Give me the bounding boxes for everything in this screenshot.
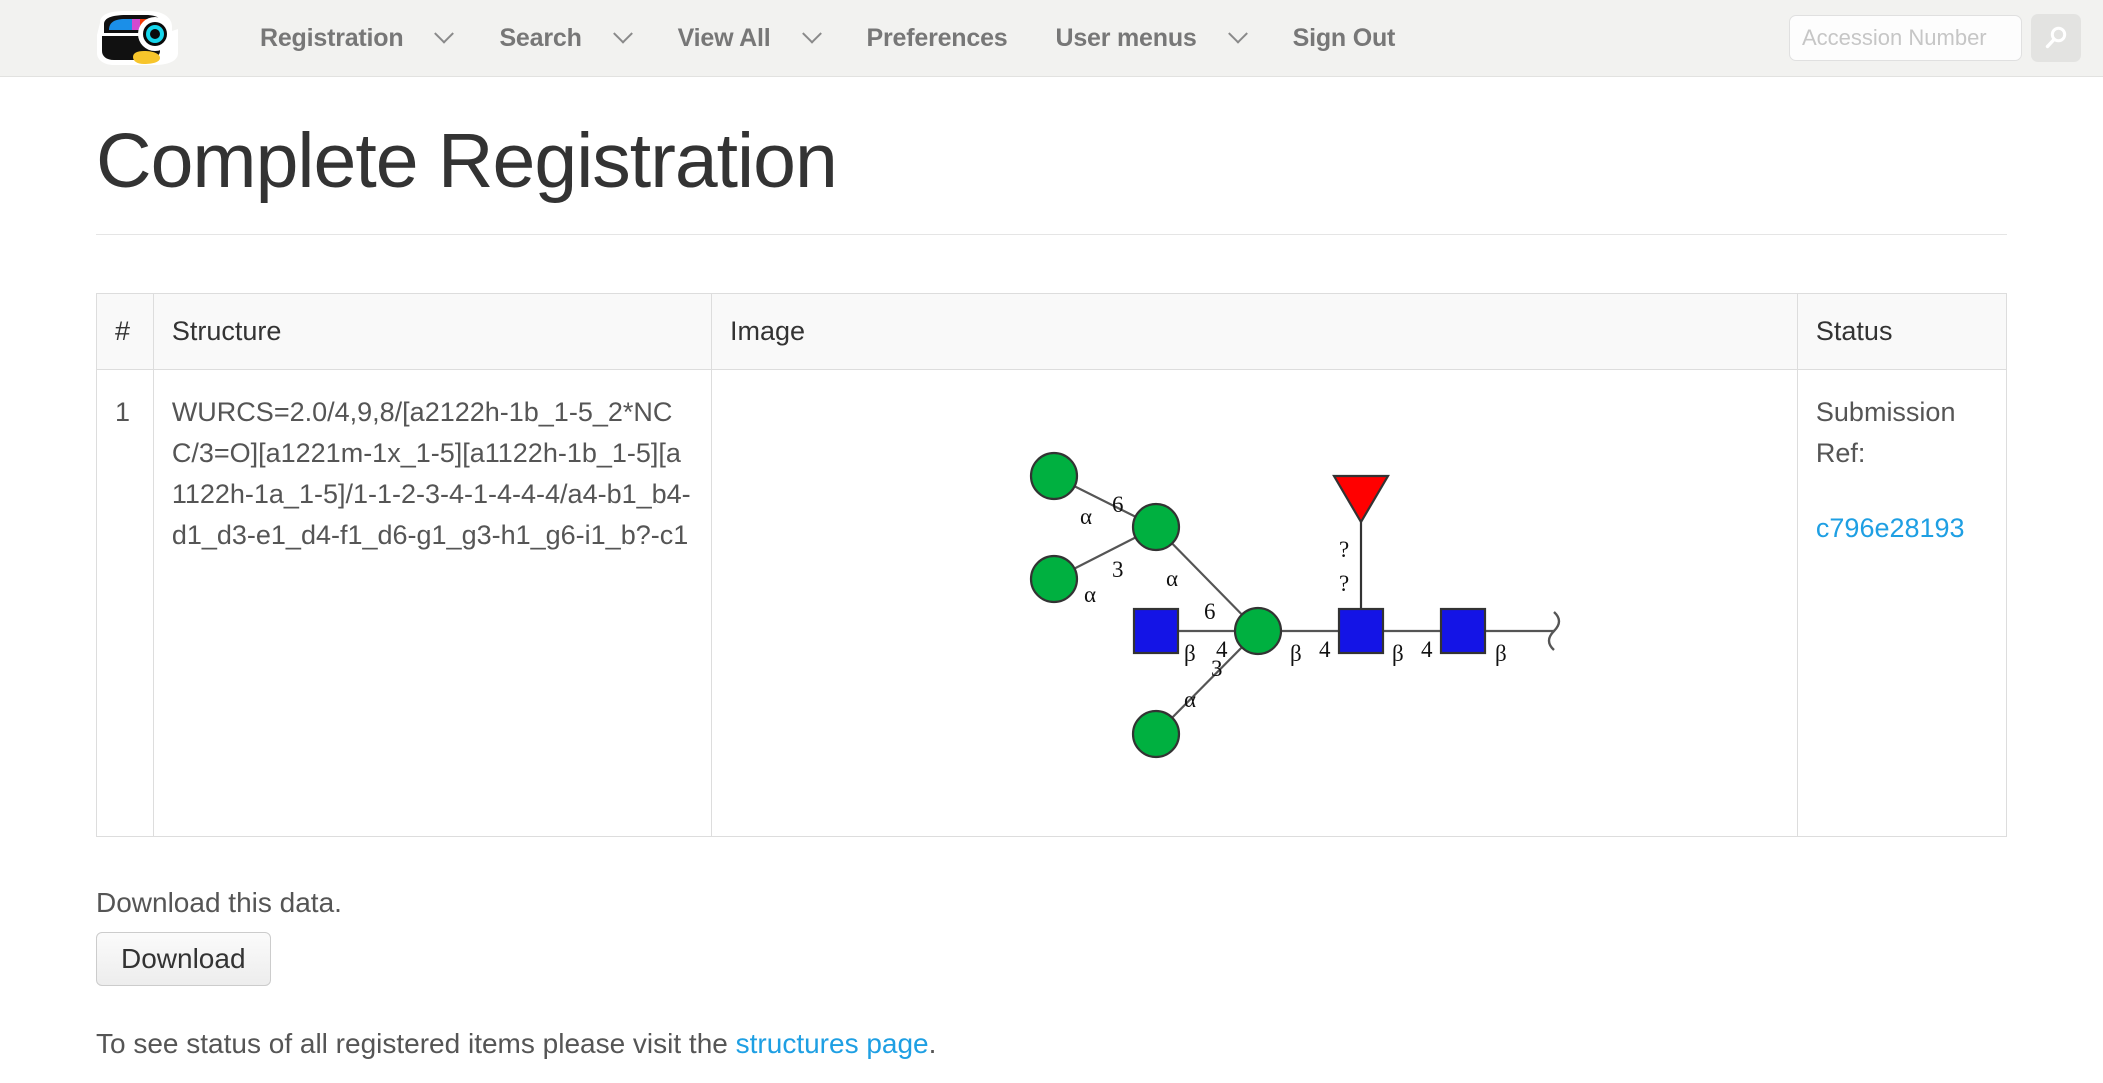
chevron-down-icon [801,23,822,44]
search-submit-button[interactable] [2031,14,2081,62]
linkage-position-label: 3 [1112,557,1124,582]
nav-item-registration-label: Registration [260,23,404,52]
linkage-position-label: ? [1339,571,1349,596]
linkage-anomer-label: α [1184,687,1196,712]
chevron-down-icon [434,23,455,44]
column-header-structure: Structure [153,293,713,370]
residue-mannose [1030,451,1079,501]
structures-page-link[interactable]: structures page [736,1028,929,1059]
table-row: 1 WURCS=2.0/4,9,8/[a2122h-1b_1-5_2*NCC/3… [96,369,2007,837]
column-header-status: Status [1797,293,2007,370]
registration-results-table: # Structure Image Status 1 WURCS=2.0/4,9… [96,293,2007,837]
residue-mannose [1030,554,1079,604]
page-title: Complete Registration [96,117,2007,235]
residue-mannose [1132,709,1181,759]
chevron-down-icon [1227,23,1248,44]
linkage-position-label: 4 [1319,637,1331,662]
row-image-cell: α 6 α 3 α 6 α 3 β 4 β 4 β 4 β ? ? [711,369,1798,837]
linkage-anomer-label: α [1084,582,1096,607]
linkage-anomer-label: α [1080,504,1092,529]
nav-item-preferences-label: Preferences [866,23,1008,52]
nav-item-view-all-label: View All [677,23,771,52]
nav-item-sign-out[interactable]: Sign Out [1269,24,1420,53]
row-structure-cell: WURCS=2.0/4,9,8/[a2122h-1b_1-5_2*NCC/3=O… [153,369,713,837]
download-button[interactable]: Download [96,932,271,986]
accession-search-group [1789,14,2081,62]
linkage-position-label: 6 [1112,492,1124,517]
wurcs-sequence: WURCS=2.0/4,9,8/[a2122h-1b_1-5_2*NCC/3=O… [171,397,691,551]
footer-note: To see status of all registered items pl… [96,1028,2007,1060]
table-header-row: # Structure Image Status [96,293,2007,370]
nav-item-list: Registration Search View All Preferences… [236,0,1419,76]
footer-text-before: To see status of all registered items pl… [96,1028,736,1059]
residue-glcnac [1440,607,1487,655]
nav-item-registration[interactable]: Registration [236,24,475,53]
linkage-anomer-label: α [1166,566,1178,591]
row-status-cell: Submission Ref: c796e28193 [1797,370,2006,837]
footer-text-after: . [928,1028,937,1059]
nav-item-view-all[interactable]: View All [654,24,843,53]
table-body: 1 WURCS=2.0/4,9,8/[a2122h-1b_1-5_2*NCC/3… [96,369,2007,837]
chevron-down-icon [612,23,633,44]
residue-glcnac [1133,607,1180,655]
linkage-anomer-label: β [1392,641,1404,666]
linkage-anomer-label: ? [1339,537,1349,562]
linkage-anomer-label: β [1290,641,1302,666]
residue-fucose [1332,474,1391,525]
accession-number-input[interactable] [1789,15,2022,61]
linkage-position-label: 4 [1216,637,1228,662]
submission-ref-link[interactable]: c796e28193 [1816,508,1988,549]
table-head: # Structure Image Status [96,293,2007,370]
residue-glcnac [1338,607,1385,655]
column-header-number: # [96,293,154,370]
search-icon [2045,26,2067,49]
nav-item-search[interactable]: Search [475,24,653,53]
nav-item-sign-out-label: Sign Out [1292,23,1396,52]
column-header-image: Image [711,293,1798,370]
residue-mannose [1132,502,1181,552]
row-number: 1 [96,369,154,837]
nav-item-preferences[interactable]: Preferences [843,24,1032,53]
linkage-anomer-label: β [1184,641,1196,666]
nav-item-user-menus-label: User menus [1055,23,1197,52]
download-note: Download this data. [96,887,342,918]
nav-item-user-menus[interactable]: User menus [1031,24,1268,53]
residue-mannose [1234,606,1283,656]
linkage-position-label: 4 [1421,637,1433,662]
submission-ref-label: Submission Ref: [1815,397,1956,469]
linkage-position-label: 6 [1204,599,1216,624]
linkage-anomer-label: β [1495,641,1507,666]
page-container: Complete Registration # Structure Image … [0,117,2103,1060]
nav-item-search-label: Search [499,23,582,52]
glytoucan-logo[interactable] [92,9,188,67]
top-navbar: Registration Search View All Preferences… [0,0,2103,77]
glycan-structure-image: α 6 α 3 α 6 α 3 β 4 β 4 β 4 β ? ? [1030,451,1561,759]
